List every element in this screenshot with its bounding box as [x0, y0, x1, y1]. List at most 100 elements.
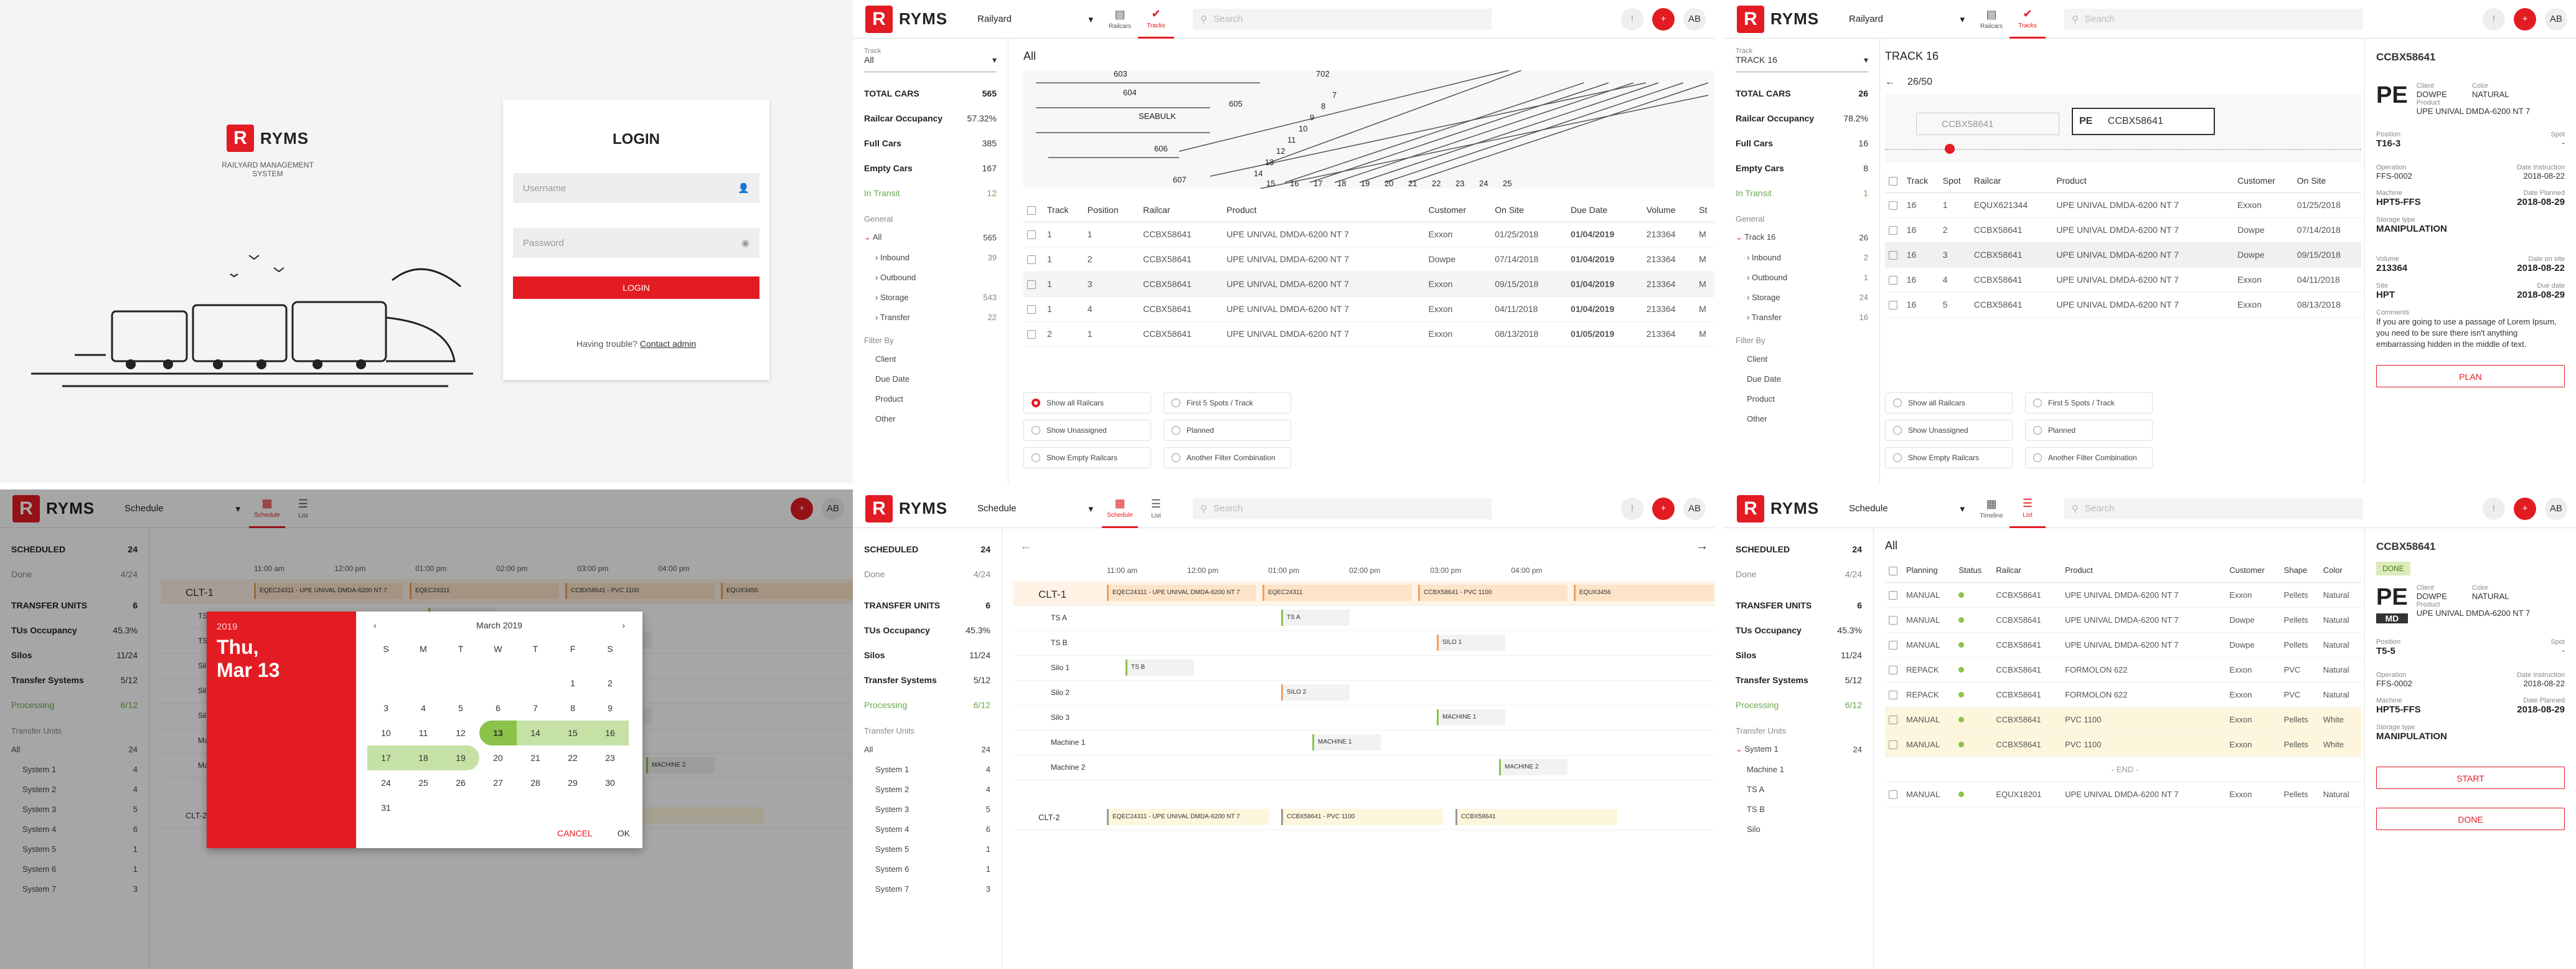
- eye-icon[interactable]: ◉: [741, 237, 750, 248]
- table-row[interactable]: MANUAL CCBX58641 UPE UNIVAL DMDA-6200 NT 7…: [1885, 632, 2361, 658]
- table-row[interactable]: 2 1 CCBX58641 UPE UNIVAL DMDA-6200 NT 7 Exxo…: [1023, 321, 1714, 347]
- gantt-block[interactable]: CCBX58641 - PVC 1100: [1281, 809, 1443, 825]
- transfer-unit-item[interactable]: System 4 6: [864, 819, 990, 839]
- timeline-button[interactable]: ▦ Timeline: [1973, 489, 2010, 528]
- avatar[interactable]: AB: [1683, 497, 1706, 520]
- filter-due-date[interactable]: Due Date: [1736, 369, 1868, 389]
- gantt-block[interactable]: EQEC24311 - UPE UNIVAL DMDA-6200 NT 7: [1107, 809, 1269, 825]
- transfer-unit-item[interactable]: System 7 3: [864, 879, 990, 899]
- railcar-box-selected[interactable]: PE CCBX58641: [2072, 108, 2215, 135]
- gantt-block[interactable]: MACHINE 1: [1437, 709, 1505, 726]
- tree-item-outbound[interactable]: › Outbound 1: [1736, 267, 1868, 287]
- col-header[interactable]: Product: [1223, 198, 1425, 222]
- gantt-block[interactable]: EQEC24311 - UPE UNIVAL DMDA-6200 NT 7: [1107, 585, 1256, 601]
- selected-year[interactable]: 2019: [217, 622, 346, 632]
- table-row[interactable]: 16 1 EQUX621344 UPE UNIVAL DMDA-6200 NT 7 Ex…: [1885, 192, 2361, 218]
- col-header[interactable]: Planning: [1902, 559, 1955, 583]
- tree-item-transfer[interactable]: › Transfer 22: [864, 307, 997, 327]
- gantt-block[interactable]: CCBX58641 - PVC 1100: [1418, 585, 1568, 601]
- gantt-block[interactable]: MACHINE 2: [1499, 759, 1568, 775]
- table-row[interactable]: MANUAL EQUX18201 UPE UNIVAL DMDA-6200 NT 7…: [1885, 782, 2361, 807]
- tree-item-storage[interactable]: › Storage 24: [1736, 287, 1868, 307]
- row-checkbox[interactable]: [1023, 321, 1043, 347]
- option-another[interactable]: Another Filter Combination: [1163, 447, 1291, 468]
- col-header[interactable]: Status: [1955, 559, 1993, 583]
- row-checkbox[interactable]: [1885, 682, 1903, 707]
- calendar-day[interactable]: 12: [442, 721, 479, 745]
- table-row[interactable]: 16 5 CCBX58641 UPE UNIVAL DMDA-6200 NT 7 Exx…: [1885, 292, 2361, 318]
- select-all-checkbox[interactable]: [1023, 198, 1043, 222]
- option-unassigned[interactable]: Show Unassigned: [1885, 420, 2013, 441]
- calendar-day[interactable]: 30: [591, 770, 629, 795]
- filter-other[interactable]: Other: [864, 409, 997, 428]
- tree-item-tsa[interactable]: TS A: [1736, 779, 1862, 799]
- filter-due-date[interactable]: Due Date: [864, 369, 997, 389]
- row-checkbox[interactable]: [1023, 296, 1043, 322]
- schedule-button[interactable]: ▦ Schedule: [1102, 489, 1138, 528]
- tree-item-tsb[interactable]: TS B: [1736, 799, 1862, 819]
- col-header[interactable]: Product: [2061, 559, 2226, 583]
- calendar-day[interactable]: 24: [367, 770, 405, 795]
- calendar-day[interactable]: 23: [591, 745, 629, 770]
- schedule-selector[interactable]: Schedule ▾: [1849, 503, 1973, 514]
- table-row[interactable]: 1 2 CCBX58641 UPE UNIVAL DMDA-6200 NT 7 Dowp…: [1023, 247, 1714, 272]
- avatar[interactable]: AB: [2545, 7, 2567, 31]
- row-checkbox[interactable]: [1885, 632, 1903, 658]
- calendar-day[interactable]: 28: [517, 770, 554, 795]
- railcar-box[interactable]: CCBX58641: [1916, 113, 2059, 135]
- col-header[interactable]: Track: [1043, 198, 1084, 222]
- yard-selector[interactable]: Railyard ▾: [1849, 14, 1973, 25]
- add-button[interactable]: +: [2514, 497, 2536, 520]
- notification-button[interactable]: !: [1621, 7, 1643, 31]
- calendar-day[interactable]: 5: [442, 696, 479, 721]
- row-checkbox[interactable]: [1885, 732, 1903, 757]
- password-field[interactable]: Password ◉: [513, 228, 759, 258]
- prev-month-icon[interactable]: ‹: [374, 620, 377, 630]
- gantt-block[interactable]: EQEC24311: [1262, 585, 1412, 601]
- table-row[interactable]: 1 3 CCBX58641 UPE UNIVAL DMDA-6200 NT 7 Exxo…: [1023, 272, 1714, 297]
- transfer-unit-item[interactable]: All 24: [864, 739, 990, 759]
- track-select[interactable]: Track All ▾: [864, 47, 997, 72]
- filter-client[interactable]: Client: [1736, 349, 1868, 369]
- row-checkbox[interactable]: [1885, 782, 1903, 807]
- calendar-day[interactable]: 4: [405, 696, 442, 721]
- select-all-checkbox[interactable]: [1885, 559, 1903, 583]
- gantt-block[interactable]: TS A: [1281, 610, 1350, 626]
- row-checkbox[interactable]: [1023, 247, 1043, 272]
- calendar-day[interactable]: 27: [479, 770, 517, 795]
- table-row[interactable]: MANUAL CCBX58641 PVC 1100 Exxon Pellets White: [1885, 707, 2361, 732]
- notification-button[interactable]: !: [1621, 497, 1643, 520]
- search-input[interactable]: ⚲ Search: [2064, 498, 2363, 519]
- option-unassigned[interactable]: Show Unassigned: [1023, 420, 1151, 441]
- option-first-5[interactable]: First 5 Spots / Track: [2025, 392, 2153, 414]
- calendar-day[interactable]: 16: [591, 721, 629, 745]
- calendar-day[interactable]: 17: [367, 745, 405, 770]
- yard-selector[interactable]: Railyard ▾: [977, 14, 1102, 25]
- col-header[interactable]: On Site: [1491, 198, 1568, 222]
- table-row[interactable]: 16 2 CCBX58641 UPE UNIVAL DMDA-6200 NT 7 Dow…: [1885, 217, 2361, 243]
- table-row[interactable]: 1 1 CCBX58641 UPE UNIVAL DMDA-6200 NT 7 Exxo…: [1023, 222, 1714, 247]
- tree-item-inbound[interactable]: › Inbound 2: [1736, 247, 1868, 267]
- calendar-day[interactable]: 21: [517, 745, 554, 770]
- calendar-day[interactable]: 10: [367, 721, 405, 745]
- row-checkbox[interactable]: [1885, 292, 1903, 318]
- back-arrow-icon[interactable]: ←: [1885, 77, 1895, 88]
- col-header[interactable]: Customer: [2234, 169, 2293, 193]
- calendar-day[interactable]: 31: [367, 795, 405, 820]
- col-header[interactable]: Due Date: [1567, 198, 1643, 222]
- calendar-day[interactable]: 26: [442, 770, 479, 795]
- option-empty[interactable]: Show Empty Railcars: [1885, 447, 2013, 468]
- col-header[interactable]: Product: [2052, 169, 2234, 193]
- col-header[interactable]: Railcar: [1992, 559, 2062, 583]
- gantt-block[interactable]: SILO 2: [1281, 684, 1350, 701]
- col-header[interactable]: Railcar: [1970, 169, 2053, 193]
- select-all-checkbox[interactable]: [1885, 169, 1903, 193]
- table-row[interactable]: 1 4 CCBX58641 UPE UNIVAL DMDA-6200 NT 7 Exxo…: [1023, 296, 1714, 322]
- col-header[interactable]: Track: [1902, 169, 1939, 193]
- schedule-selector[interactable]: Schedule ▾: [977, 503, 1102, 514]
- railcars-button[interactable]: ▤ Railcars: [1102, 0, 1138, 39]
- railcars-button[interactable]: ▤ Railcars: [1973, 0, 2010, 39]
- add-button[interactable]: +: [2514, 7, 2536, 31]
- avatar[interactable]: AB: [2545, 497, 2567, 520]
- transfer-unit-item[interactable]: System 5 1: [864, 839, 990, 859]
